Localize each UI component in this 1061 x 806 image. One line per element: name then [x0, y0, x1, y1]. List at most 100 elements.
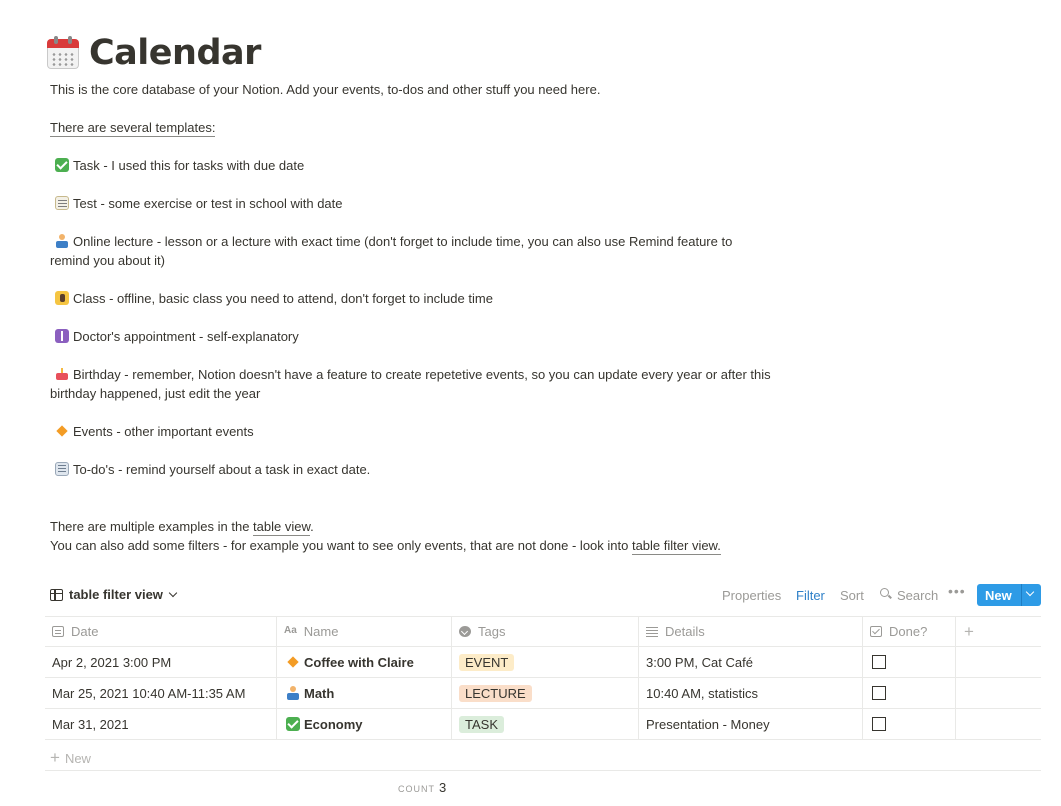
- done-cell[interactable]: [863, 678, 956, 708]
- template-online-lecture-cont: remind you about it): [50, 253, 165, 268]
- intro-text: This is the core database of your Notion…: [50, 82, 601, 97]
- teacher-icon: [286, 686, 300, 700]
- tags-cell[interactable]: EVENT: [452, 647, 639, 677]
- plus-icon: +: [50, 748, 60, 767]
- column-header-tags[interactable]: Tags: [452, 617, 639, 646]
- template-todo: To-do's - remind yourself about a task i…: [50, 460, 370, 479]
- filter-button[interactable]: Filter: [796, 588, 825, 603]
- school-icon: [55, 291, 69, 305]
- details-cell[interactable]: Presentation - Money: [639, 709, 863, 739]
- row-name[interactable]: Coffee with Claire: [304, 655, 414, 670]
- page-header: Calendar: [47, 28, 1050, 78]
- tags-cell[interactable]: LECTURE: [452, 678, 639, 708]
- memo-icon: [55, 196, 69, 210]
- table-bottom-divider: [45, 770, 1041, 771]
- examples-suffix: .: [310, 519, 314, 534]
- template-todo-text: To-do's - remind yourself about a task i…: [73, 462, 371, 477]
- template-doctor: Doctor's appointment - self-explanatory: [50, 327, 299, 346]
- empty-cell: [956, 678, 1041, 708]
- view-selector[interactable]: table filter view: [50, 587, 178, 602]
- medical-icon: [55, 329, 69, 343]
- column-header-details[interactable]: Details: [639, 617, 863, 646]
- details-cell[interactable]: 10:40 AM, statistics: [639, 678, 863, 708]
- orange-diamond-icon: [55, 424, 69, 438]
- orange-diamond-icon: [286, 655, 300, 669]
- done-cell[interactable]: [863, 647, 956, 677]
- filters-line: You can also add some filters - for exam…: [50, 536, 721, 555]
- table-header-row: Date Aa Name Tags Details Done? +: [45, 616, 1041, 647]
- properties-button[interactable]: Properties: [722, 588, 781, 603]
- new-button-divider: [1021, 584, 1022, 606]
- column-header-date[interactable]: Date: [45, 617, 277, 646]
- column-name-label: Name: [303, 624, 339, 639]
- template-task-text: Task - I used this for tasks with due da…: [73, 158, 305, 173]
- date-cell[interactable]: Mar 25, 2021 10:40 AM-11:35 AM: [45, 678, 277, 708]
- table-filter-view-link[interactable]: table filter view.: [631, 538, 721, 555]
- row-count[interactable]: COUNT 3: [398, 780, 446, 795]
- table-view-link[interactable]: table view: [253, 519, 311, 536]
- add-column-button[interactable]: +: [956, 617, 1041, 646]
- database-toolbar: table filter view Properties Filter Sort…: [50, 583, 1041, 606]
- table-row[interactable]: Mar 25, 2021 10:40 AM-11:35 AM Math LECT…: [45, 678, 1041, 709]
- table-icon: [50, 588, 63, 601]
- templates-heading: There are several templates:: [50, 120, 216, 137]
- teacher-icon: [55, 234, 69, 248]
- title-property-icon: Aa: [284, 625, 297, 636]
- calendar-icon[interactable]: [47, 36, 79, 70]
- search-button[interactable]: Search: [897, 588, 938, 603]
- new-dropdown-chevron-icon[interactable]: [1025, 587, 1035, 597]
- tag-badge: EVENT: [459, 653, 515, 671]
- name-cell[interactable]: Math: [277, 678, 452, 708]
- page-title[interactable]: Calendar: [89, 33, 261, 73]
- count-value: 3: [439, 780, 447, 795]
- column-header-done[interactable]: Done?: [863, 617, 956, 646]
- done-checkbox[interactable]: [872, 655, 886, 669]
- template-doctor-text: Doctor's appointment - self-explanatory: [73, 329, 299, 344]
- template-test: Test - some exercise or test in school w…: [50, 194, 343, 213]
- column-header-name[interactable]: Aa Name: [277, 617, 452, 646]
- date-cell[interactable]: Apr 2, 2021 3:00 PM: [45, 647, 277, 677]
- template-events-text: Events - other important events: [73, 424, 254, 439]
- template-task: Task - I used this for tasks with due da…: [50, 156, 304, 175]
- template-class-text: Class - offline, basic class you need to…: [73, 291, 493, 306]
- add-row-label: New: [64, 750, 91, 766]
- template-birthday-text: Birthday - remember, Notion doesn't have…: [73, 367, 771, 382]
- filters-prefix: You can also add some filters - for exam…: [50, 538, 632, 553]
- table-row[interactable]: Apr 2, 2021 3:00 PM Coffee with Claire E…: [45, 647, 1041, 678]
- template-test-text: Test - some exercise or test in school w…: [73, 196, 343, 211]
- column-details-label: Details: [665, 624, 705, 639]
- select-property-icon: [459, 626, 471, 637]
- column-date-label: Date: [71, 624, 99, 639]
- date-cell[interactable]: Mar 31, 2021: [45, 709, 277, 739]
- name-cell[interactable]: Economy: [277, 709, 452, 739]
- sort-button[interactable]: Sort: [840, 588, 864, 603]
- view-label: table filter view: [69, 587, 163, 602]
- template-birthday: Birthday - remember, Notion doesn't have…: [50, 365, 771, 384]
- check-mark-icon: [286, 717, 300, 731]
- search-icon[interactable]: [880, 588, 889, 597]
- tags-cell[interactable]: TASK: [452, 709, 639, 739]
- notepad-icon: [55, 462, 69, 476]
- empty-cell: [956, 647, 1041, 677]
- new-button[interactable]: New: [977, 584, 1041, 606]
- empty-cell: [956, 709, 1041, 739]
- name-cell[interactable]: Coffee with Claire: [277, 647, 452, 677]
- template-class: Class - offline, basic class you need to…: [50, 289, 493, 308]
- row-name[interactable]: Economy: [304, 717, 363, 732]
- new-button-label[interactable]: New: [985, 588, 1012, 603]
- column-done-label: Done?: [889, 624, 928, 639]
- done-checkbox[interactable]: [872, 717, 886, 731]
- template-events: Events - other important events: [50, 422, 254, 441]
- template-online-lecture: Online lecture - lesson or a lecture wit…: [50, 232, 732, 251]
- tag-badge: LECTURE: [459, 684, 532, 702]
- details-cell[interactable]: 3:00 PM, Cat Café: [639, 647, 863, 677]
- row-name[interactable]: Math: [304, 686, 334, 701]
- done-cell[interactable]: [863, 709, 956, 739]
- count-label: COUNT: [398, 784, 435, 794]
- add-row-button[interactable]: + New: [50, 748, 91, 768]
- date-property-icon: [52, 626, 64, 637]
- table-row[interactable]: Mar 31, 2021 Economy TASK Presentation -…: [45, 709, 1041, 740]
- more-options-button[interactable]: •••: [948, 583, 966, 599]
- done-checkbox[interactable]: [872, 686, 886, 700]
- cake-icon: [55, 367, 69, 381]
